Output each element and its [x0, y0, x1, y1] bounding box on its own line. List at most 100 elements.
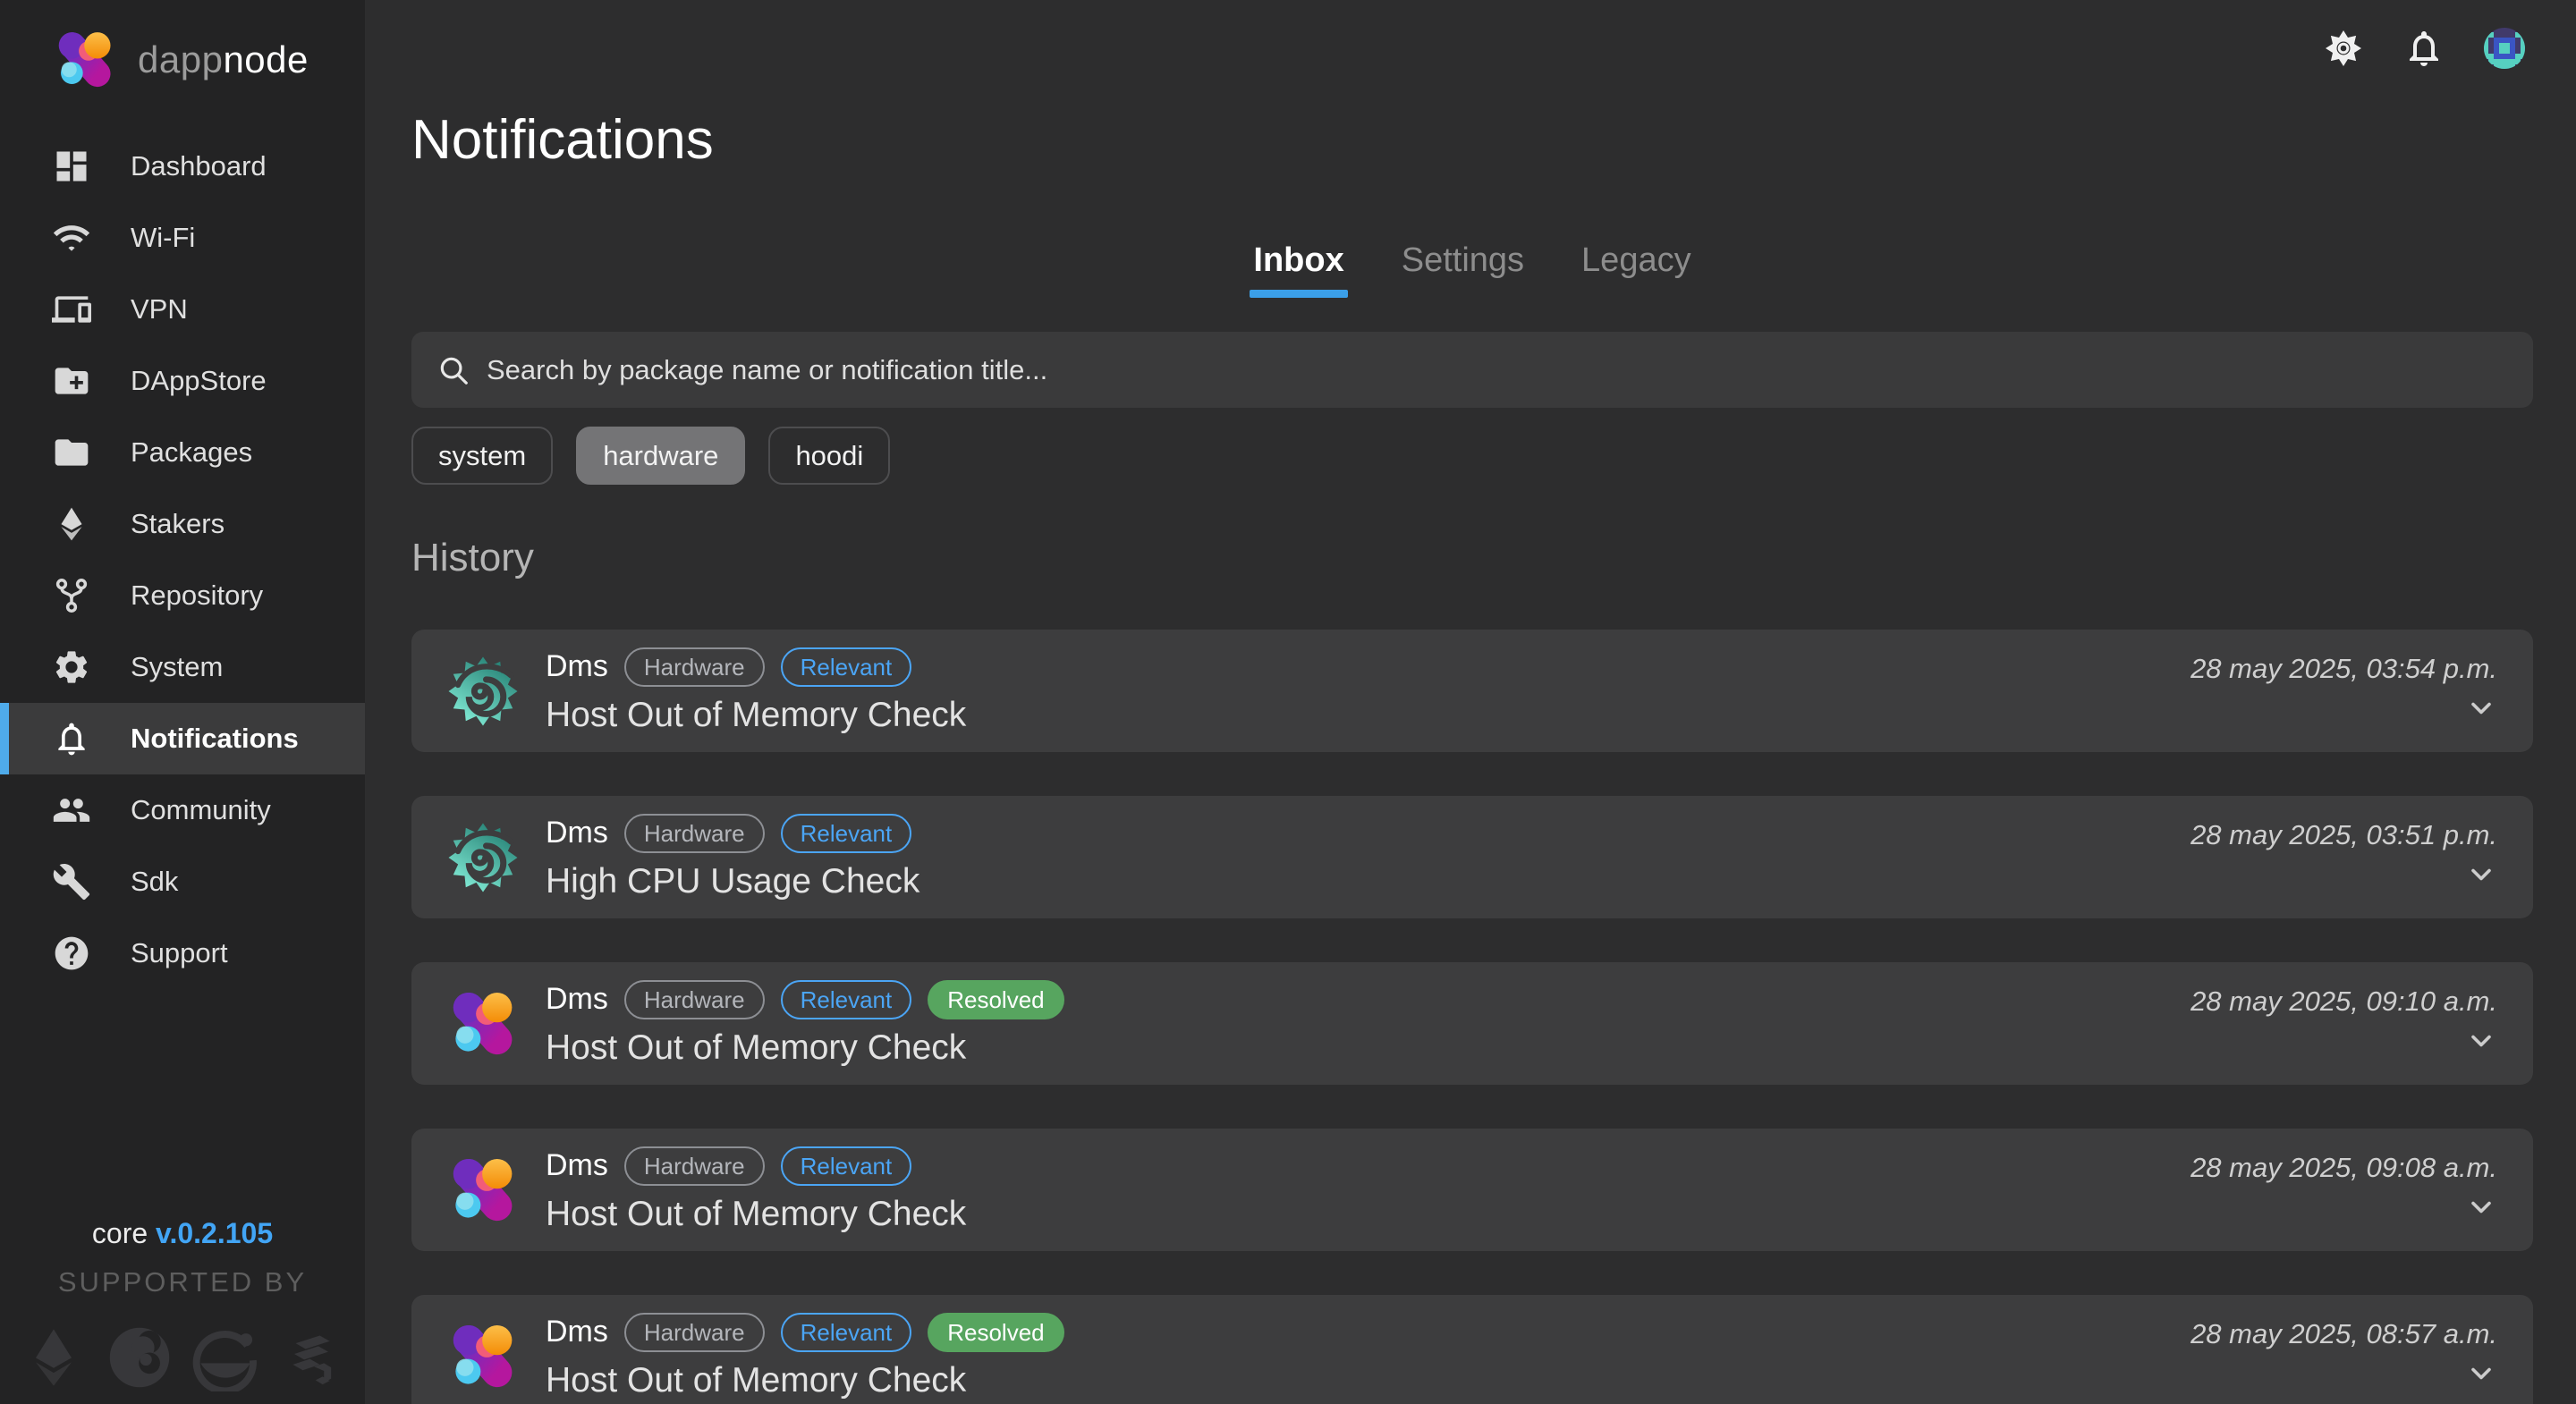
folder-icon [52, 433, 91, 472]
notification-title: Host Out of Memory Check [546, 1361, 1064, 1400]
sidebar-item-label: Community [131, 794, 271, 826]
chevron-down-icon[interactable] [2465, 1191, 2497, 1223]
notification-list: Dms Hardware Relevant Host Out of Memory… [411, 630, 2533, 1404]
devices-icon [52, 290, 91, 329]
chip-hoodi[interactable]: hoodi [768, 427, 890, 485]
wrench-icon [52, 862, 91, 901]
card-text: Dms Hardware Relevant Host Out of Memory… [546, 647, 966, 735]
card-meta: 28 may 2025, 03:54 p.m. [2190, 653, 2497, 729]
brand-name-suffix: node [223, 38, 308, 80]
source-label: Dms [546, 649, 608, 684]
sidebar-item-label: DAppStore [131, 365, 267, 397]
card-meta: 28 may 2025, 03:51 p.m. [2190, 819, 2497, 895]
category-badge: Hardware [624, 980, 765, 1019]
notification-card[interactable]: Dms Hardware Relevant Host Out of Memory… [411, 1129, 2533, 1251]
notification-card[interactable]: Dms Hardware Relevant Resolved Host Out … [411, 962, 2533, 1085]
card-meta: 28 may 2025, 08:57 a.m. [2190, 1318, 2497, 1394]
sidebar-item-stakers[interactable]: Stakers [0, 488, 365, 560]
aragon-logo-icon [191, 1324, 259, 1391]
ethereum-logo-icon [20, 1324, 88, 1391]
gnosis-logo-icon [106, 1324, 174, 1391]
card-text: Dms Hardware Relevant Resolved Host Out … [546, 1313, 1064, 1400]
bell-icon[interactable] [2402, 27, 2445, 70]
card-text: Dms Hardware Relevant Resolved Host Out … [546, 980, 1064, 1068]
gear-icon [52, 647, 91, 687]
page-title: Notifications [411, 113, 2533, 168]
chevron-down-icon[interactable] [2465, 858, 2497, 891]
history-heading: History [411, 537, 2533, 579]
relevant-badge: Relevant [781, 1313, 912, 1352]
sidebar-item-label: Sdk [131, 866, 178, 898]
chevron-down-icon[interactable] [2465, 1025, 2497, 1057]
chip-hardware[interactable]: hardware [576, 427, 745, 485]
folder-plus-icon [52, 361, 91, 401]
notification-title: Host Out of Memory Check [546, 1028, 1064, 1068]
sidebar-item-notifications[interactable]: Notifications [0, 703, 365, 774]
brand-logo[interactable]: dappnode [0, 0, 365, 93]
notification-title: High CPU Usage Check [546, 862, 919, 901]
sidebar-item-packages[interactable]: Packages [0, 417, 365, 488]
card-text: Dms Hardware Relevant Host Out of Memory… [546, 1146, 966, 1234]
chip-system[interactable]: system [411, 427, 553, 485]
sidebar-item-sdk[interactable]: Sdk [0, 846, 365, 918]
sidebar-item-label: Support [131, 937, 228, 969]
topbar-icons [2322, 27, 2526, 70]
category-badge: Hardware [624, 814, 765, 853]
brand-name: dappnode [138, 38, 309, 81]
sidebar-nav: Dashboard Wi-Fi VPN DAppStore Packages S… [0, 131, 365, 989]
notification-card[interactable]: Dms Hardware Relevant Host Out of Memory… [411, 630, 2533, 752]
dappnode-logo-icon [445, 1153, 521, 1228]
card-text: Dms Hardware Relevant High CPU Usage Che… [546, 814, 919, 901]
source-label: Dms [546, 982, 608, 1017]
relevant-badge: Relevant [781, 1146, 912, 1186]
light-mode-icon[interactable] [2322, 27, 2365, 70]
tab-settings[interactable]: Settings [1402, 241, 1524, 298]
sidebar-item-repository[interactable]: Repository [0, 560, 365, 631]
wifi-icon [52, 218, 91, 258]
search-icon [436, 353, 470, 387]
sidebar-item-system[interactable]: System [0, 631, 365, 703]
notification-card[interactable]: Dms Hardware Relevant Resolved Host Out … [411, 1295, 2533, 1404]
sidebar-item-label: Dashboard [131, 150, 267, 182]
search-input[interactable] [487, 354, 2508, 386]
bell-icon [52, 719, 91, 758]
sidebar-item-label: Stakers [131, 508, 225, 540]
sidebar-item-support[interactable]: Support [0, 918, 365, 989]
chevron-down-icon[interactable] [2465, 1357, 2497, 1390]
sidebar-item-label: Repository [131, 579, 263, 612]
dappnode-logo-icon [445, 1319, 521, 1394]
relevant-badge: Relevant [781, 980, 912, 1019]
dappnode-logo-icon [445, 986, 521, 1061]
tab-inbox[interactable]: Inbox [1253, 241, 1343, 298]
sidebar-item-dashboard[interactable]: Dashboard [0, 131, 365, 202]
grafana-logo-icon [445, 820, 521, 895]
timestamp: 28 may 2025, 08:57 a.m. [2190, 1318, 2497, 1350]
avatar-identicon[interactable] [2483, 27, 2526, 70]
sidebar-item-vpn[interactable]: VPN [0, 274, 365, 345]
ethereum-icon [52, 504, 91, 544]
chevron-down-icon[interactable] [2465, 692, 2497, 724]
notification-title: Host Out of Memory Check [546, 696, 966, 735]
core-version[interactable]: v.0.2.105 [156, 1217, 273, 1249]
card-meta: 28 may 2025, 09:08 a.m. [2190, 1152, 2497, 1228]
sidebar-item-dappstore[interactable]: DAppStore [0, 345, 365, 417]
sidebar-item-wifi[interactable]: Wi-Fi [0, 202, 365, 274]
core-version-line: core v.0.2.105 [0, 1217, 365, 1250]
sidebar-item-community[interactable]: Community [0, 774, 365, 846]
source-label: Dms [546, 816, 608, 850]
source-label: Dms [546, 1148, 608, 1183]
sidebar-item-label: Packages [131, 436, 252, 469]
category-badge: Hardware [624, 647, 765, 687]
help-icon [52, 934, 91, 973]
git-fork-icon [52, 576, 91, 615]
sidebar-item-label: Notifications [131, 723, 299, 755]
timestamp: 28 may 2025, 09:08 a.m. [2190, 1152, 2497, 1184]
tabs: Inbox Settings Legacy [411, 241, 2533, 298]
people-icon [52, 791, 91, 830]
tab-legacy[interactable]: Legacy [1581, 241, 1691, 298]
dappnode-logo-icon [52, 27, 118, 93]
supported-by-label: SUPPORTED BY [0, 1266, 365, 1298]
notification-card[interactable]: Dms Hardware Relevant High CPU Usage Che… [411, 796, 2533, 918]
core-label: core [92, 1217, 148, 1249]
sidebar: dappnode Dashboard Wi-Fi VPN DAppStore P… [0, 0, 365, 1404]
